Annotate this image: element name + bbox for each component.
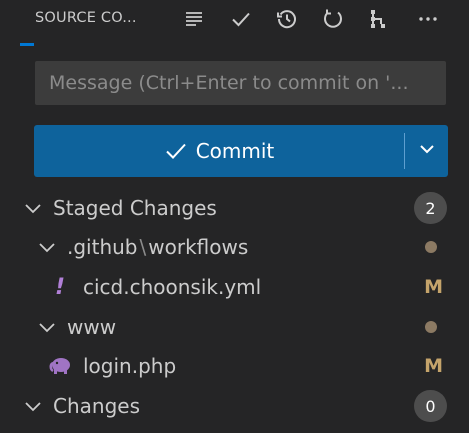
chevron-down-icon bbox=[37, 317, 57, 337]
panel-title: SOURCE CO... bbox=[35, 10, 137, 26]
folder-row-www[interactable]: www bbox=[0, 307, 469, 347]
more-actions-icon[interactable] bbox=[415, 6, 441, 32]
chevron-down-icon bbox=[23, 396, 43, 416]
folder-label: www bbox=[67, 315, 117, 339]
folder-status-dot bbox=[425, 241, 437, 253]
path-separator: \ bbox=[139, 235, 147, 259]
folder-row-github-workflows[interactable]: .github \ workflows bbox=[0, 227, 469, 267]
folder-part: workflows bbox=[148, 235, 249, 259]
commit-message-box[interactable] bbox=[35, 61, 446, 105]
elephant-icon bbox=[48, 355, 72, 382]
chevron-down-icon bbox=[417, 139, 437, 163]
check-icon bbox=[164, 139, 188, 163]
view-as-list-icon[interactable] bbox=[181, 6, 207, 32]
modified-status: M bbox=[424, 355, 443, 377]
commit-main-action[interactable]: Commit bbox=[34, 125, 404, 177]
chevron-down-icon bbox=[23, 198, 43, 218]
file-row-cicd[interactable]: ! cicd.choonsik.yml M bbox=[0, 267, 469, 307]
history-icon[interactable] bbox=[274, 6, 300, 32]
folder-status-dot bbox=[425, 321, 437, 333]
exclamation-icon: ! bbox=[55, 274, 66, 300]
commit-label: Commit bbox=[195, 139, 275, 163]
graph-icon[interactable] bbox=[366, 6, 392, 32]
staged-count-badge: 2 bbox=[414, 192, 447, 224]
commit-check-icon[interactable] bbox=[228, 6, 254, 32]
file-name: login.php bbox=[83, 354, 177, 378]
active-indicator bbox=[20, 43, 34, 46]
folder-part: .github bbox=[67, 235, 138, 259]
commit-dropdown-button[interactable] bbox=[405, 125, 448, 177]
source-control-header: SOURCE CO... bbox=[0, 0, 469, 46]
refresh-icon[interactable] bbox=[320, 6, 346, 32]
commit-button[interactable]: Commit bbox=[34, 125, 448, 177]
changes-group[interactable]: Changes 0 bbox=[0, 386, 469, 426]
folder-label: .github \ workflows bbox=[67, 235, 248, 259]
chevron-down-icon bbox=[37, 237, 57, 257]
changes-label: Changes bbox=[53, 394, 140, 418]
modified-status: M bbox=[424, 276, 443, 298]
staged-changes-label: Staged Changes bbox=[53, 196, 217, 220]
file-row-login[interactable]: login.php M bbox=[0, 346, 469, 386]
file-name: cicd.choonsik.yml bbox=[83, 275, 262, 299]
staged-changes-group[interactable]: Staged Changes 2 bbox=[0, 188, 469, 228]
changes-count-badge: 0 bbox=[414, 390, 447, 422]
commit-message-input[interactable] bbox=[47, 71, 446, 95]
